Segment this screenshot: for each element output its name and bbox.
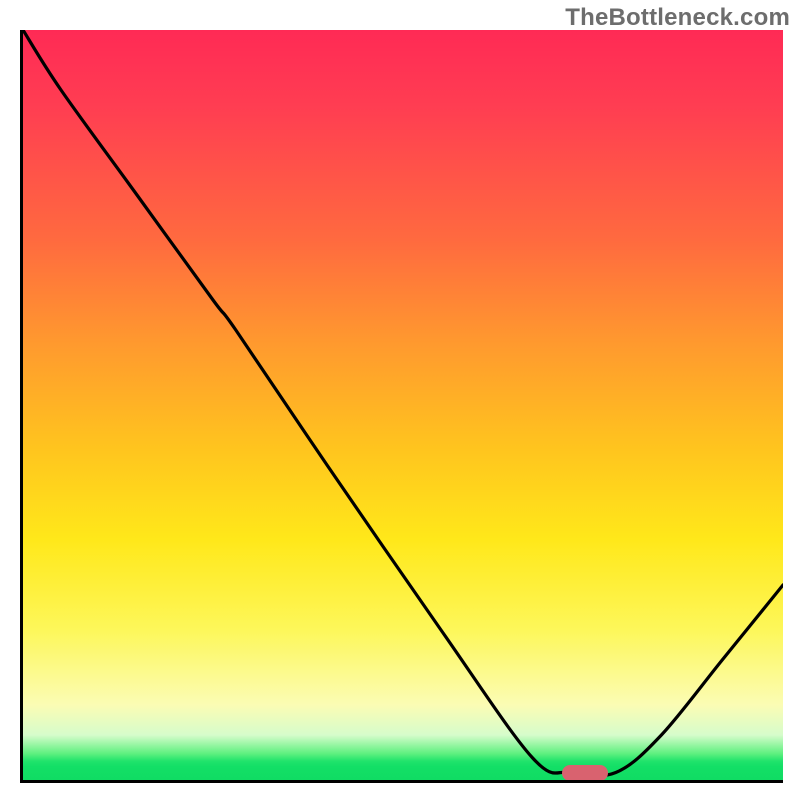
gradient-background <box>23 30 783 780</box>
plot-area <box>20 30 783 783</box>
watermark-text: TheBottleneck.com <box>565 4 790 32</box>
chart-stage: TheBottleneck.com <box>0 0 800 800</box>
optimal-marker <box>562 765 608 781</box>
